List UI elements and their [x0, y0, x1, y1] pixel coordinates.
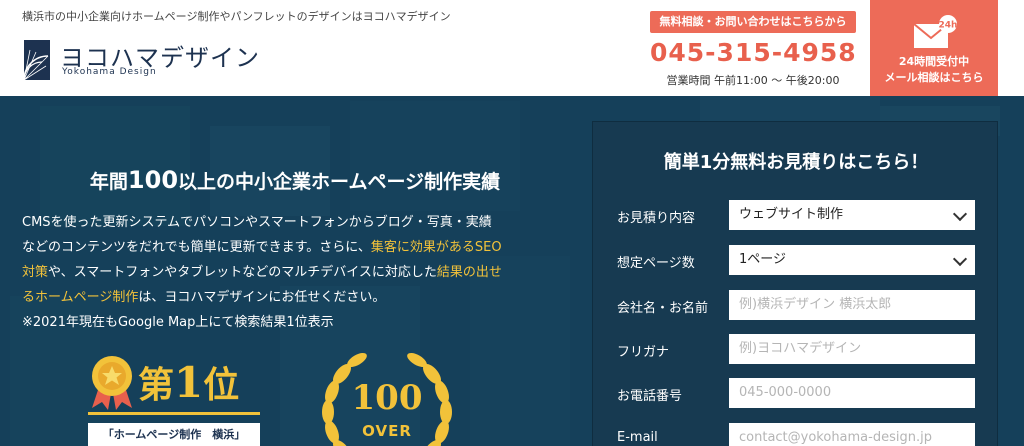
logo-mark-icon: [23, 40, 50, 81]
hero-text-line: などのコンテンツをだれでも簡単に更新できます。さらに、集客に効果があるSEO: [22, 235, 582, 260]
award-over-label: OVER: [362, 422, 412, 440]
furigana-label: フリガナ: [617, 345, 670, 360]
hero-title-post: 以上の中小企業ホームページ制作実績: [178, 171, 501, 193]
hero-title: 年間100以上の中小企業ホームページ制作実績: [0, 166, 590, 194]
hero-text-line: るホームページ制作は、ヨコハマデザインにお任せください。: [22, 285, 582, 310]
form-row-phone: お電話番号 045-000-0000: [593, 378, 999, 408]
form-row-page-count: 想定ページ数 1ページ: [593, 245, 999, 275]
business-hours: 営業時間 午前11:00 〜 午後20:00: [666, 74, 840, 87]
chevron-down-icon: [952, 251, 968, 267]
company-name-input[interactable]: 例)横浜デザイン 横浜太郎: [729, 290, 975, 320]
logo-subtext: Yokohama Design: [62, 67, 157, 77]
email-label: E-mail: [617, 430, 658, 445]
page-count-value: 1ページ: [739, 252, 787, 267]
hero-text-highlight: 対策: [22, 265, 49, 280]
hero-title-pre: 年間: [89, 171, 128, 193]
hero-text-highlight: 集客に効果があるSEO: [370, 240, 502, 255]
form-row-estimate-type: お見積り内容 ウェブサイト制作: [593, 200, 999, 230]
estimate-type-value: ウェブサイト制作: [739, 207, 844, 222]
mail-line-1: 24時間受付中: [898, 55, 970, 68]
phone-label: お電話番号: [617, 389, 683, 404]
hero-title-number: 100: [127, 166, 179, 194]
award-rank-first: 第1位 「ホームページ制作 横浜」: [88, 348, 268, 446]
hero-text-highlight: るホームページ制作: [22, 290, 139, 305]
estimate-type-select[interactable]: ウェブサイト制作: [729, 200, 975, 230]
site-logo[interactable]: ヨコハマデザイン Yokohama Design: [22, 36, 259, 82]
hero-section: 年間100以上の中小企業ホームページ制作実績 CMSを使った更新システムでパソコ…: [0, 96, 1024, 446]
form-row-furigana: フリガナ 例)ヨコハマデザイン: [593, 334, 999, 364]
form-row-email: E-mail contact@yokohama-design.jp: [593, 423, 999, 446]
mail-24h-badge: 24h: [939, 21, 958, 31]
phone-number-link[interactable]: 045-315-4958: [650, 38, 856, 67]
mail-line-2: メール相談はこちら: [884, 71, 984, 84]
hero-text-highlight: 結果の出せ: [436, 265, 502, 280]
email-input[interactable]: contact@yokohama-design.jp: [729, 423, 975, 446]
award-rank-kanji: 第: [138, 364, 175, 406]
estimate-type-label: お見積り内容: [617, 211, 696, 226]
mail-consult-button[interactable]: 24h 24時間受付中 メール相談はこちら: [870, 0, 998, 96]
award-caption: 「ホームページ制作 横浜」: [88, 423, 260, 446]
furigana-input[interactable]: 例)ヨコハマデザイン: [729, 334, 975, 364]
form-row-company-name: 会社名・お名前 例)横浜デザイン 横浜太郎: [593, 290, 999, 320]
hero-text-line: CMSを使った更新システムでパソコンやスマートフォンからブログ・写真・実績: [22, 215, 492, 230]
company-name-label: 会社名・お名前: [617, 301, 709, 316]
chevron-down-icon: [952, 206, 968, 222]
hero-text-note: ※2021年現在もGoogle Map上にて検索結果1位表示: [22, 315, 334, 330]
award-100-over: 100 OVER: [302, 342, 472, 446]
quote-form: 簡単1分無料お見積りはこちら！ お見積り内容 ウェブサイト制作 想定ページ数 1…: [592, 121, 998, 446]
hero-text-segment: や、スマートフォンやタブレットなどのマルチデバイスに対応した: [48, 265, 437, 280]
site-tagline: 横浜市の中小企業向けホームページ制作やパンフレットのデザインはヨコハマデザイン: [22, 10, 451, 23]
page-count-select[interactable]: 1ページ: [729, 245, 975, 275]
quote-form-title: 簡単1分無料お見積りはこちら！: [663, 152, 929, 173]
hero-text-segment: は、ヨコハマデザインにお任せください。: [138, 290, 386, 305]
award-rank-unit: 位: [203, 364, 240, 406]
award-rank-text: 第1位: [138, 356, 239, 408]
hero-description: CMSを使った更新システムでパソコンやスマートフォンからブログ・写真・実績 など…: [22, 210, 582, 335]
award-divider: [88, 412, 260, 415]
page-count-label: 想定ページ数: [617, 256, 695, 271]
award-count: 100: [351, 378, 423, 418]
phone-input[interactable]: 045-000-0000: [729, 378, 975, 408]
site-header: 横浜市の中小企業向けホームページ制作やパンフレットのデザインはヨコハマデザイン …: [0, 0, 1024, 96]
award-rank-number: 1: [174, 358, 204, 407]
medal-icon: [92, 356, 132, 410]
contact-badge: 無料相談・お問い合わせはこちらから: [650, 11, 856, 33]
envelope-icon: 24h: [913, 15, 958, 48]
hero-text-segment: などのコンテンツをだれでも簡単に更新できます。さらに、: [22, 240, 371, 255]
hero-text-line: 対策や、スマートフォンやタブレットなどのマルチデバイスに対応した結果の出せ: [22, 260, 582, 285]
